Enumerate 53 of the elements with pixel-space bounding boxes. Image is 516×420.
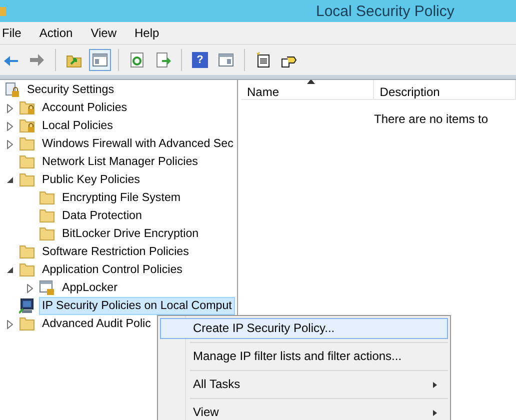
empty-list-message: There are no items to — [374, 112, 488, 126]
folder-icon — [19, 154, 35, 170]
folder-icon — [19, 262, 35, 278]
tree-item[interactable]: Encrypting File System — [59, 189, 184, 207]
tree-item[interactable]: Data Protection — [59, 207, 145, 225]
tree-item[interactable]: Application Control Policies — [39, 261, 186, 279]
tree-item[interactable]: AppLocker — [59, 279, 120, 297]
menu-item[interactable]: Create IP Security Policy... — [160, 318, 448, 339]
menu-item[interactable]: View — [160, 402, 448, 420]
export-icon — [155, 52, 171, 68]
tree-item[interactable]: Account Policies — [39, 99, 130, 117]
menu-item[interactable]: Action — [39, 22, 81, 44]
column-header[interactable]: Description — [374, 80, 516, 99]
menu-item[interactable]: Help — [134, 22, 168, 44]
tree-item[interactable]: IP Security Policies on Local Comput — [39, 297, 235, 315]
refresh-icon — [129, 52, 145, 68]
menu-item[interactable]: File — [2, 22, 30, 44]
expand-arrow-icon[interactable] — [7, 320, 13, 328]
folder-icon — [39, 208, 55, 224]
folder-icon — [39, 190, 55, 206]
collapse-arrow-icon[interactable] — [7, 177, 13, 183]
tree-item[interactable]: Advanced Audit Polic — [39, 315, 154, 333]
tree-item[interactable]: Network List Manager Policies — [39, 153, 201, 171]
forward-arrow-icon — [29, 52, 45, 68]
collapse-arrow-icon[interactable] — [7, 267, 13, 273]
panel-icon — [92, 52, 108, 68]
tree-item[interactable]: Software Restriction Policies — [39, 243, 192, 261]
panel-icon — [218, 52, 234, 68]
folder-icon — [39, 226, 55, 242]
window-title: Local Security Policy — [316, 2, 454, 22]
security-settings-icon — [4, 82, 20, 98]
window-lock-icon — [39, 280, 55, 296]
expand-arrow-icon[interactable] — [7, 140, 13, 148]
folder-icon — [19, 244, 35, 260]
column-header[interactable]: Name — [241, 80, 374, 99]
tree-item[interactable]: Windows Firewall with Advanced Sec — [39, 135, 236, 153]
tree-item[interactable]: Security Settings — [24, 81, 117, 99]
tree-item[interactable]: Local Policies — [39, 117, 116, 135]
folder-icon — [19, 136, 35, 152]
tree-item[interactable]: Public Key Policies — [39, 171, 143, 189]
locked-folder-icon — [19, 100, 35, 116]
expand-arrow-icon[interactable] — [7, 122, 13, 130]
menu-item[interactable]: All Tasks — [160, 374, 448, 395]
new-document-icon — [255, 52, 271, 68]
folder-icon — [19, 172, 35, 188]
menu-item[interactable]: View — [90, 22, 124, 44]
menu-item[interactable]: Manage IP filter lists and filter actions... — [160, 346, 448, 367]
tree-item[interactable]: BitLocker Drive Encryption — [59, 225, 202, 243]
expand-arrow-icon[interactable] — [27, 284, 33, 292]
locked-folder-icon — [19, 118, 35, 134]
expand-arrow-icon[interactable] — [7, 104, 13, 112]
folder-icon — [19, 316, 35, 332]
computer-icon — [19, 298, 35, 314]
